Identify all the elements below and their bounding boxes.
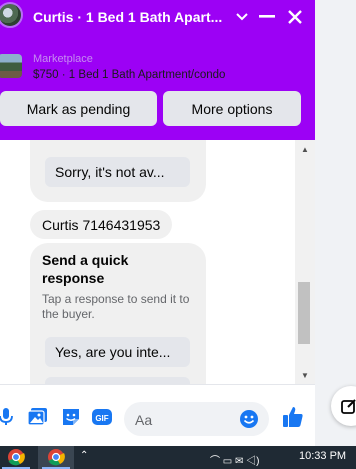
quick-reply-card: Send a quick response Tap a response to … — [30, 243, 206, 384]
marketplace-bar: Marketplace $750 · 1 Bed 1 Bath Apartmen… — [0, 37, 315, 140]
listing-thumbnail[interactable] — [0, 54, 22, 78]
clock[interactable]: 10:33 PM — [299, 450, 346, 462]
quick-reply-card-previous: Sorry, it's not av... — [30, 140, 206, 202]
scrollbar[interactable]: ▲ ▼ — [295, 140, 315, 384]
mark-as-pending-button[interactable]: Mark as pending — [0, 91, 157, 126]
compose-icon — [341, 399, 356, 414]
chevron-down-icon[interactable] — [232, 7, 252, 27]
quick-reply-option[interactable] — [45, 377, 190, 384]
taskbar: ⌃ ⌒ ▭ ✉ ◁) 10:33 PM — [0, 446, 356, 469]
message-bubble: Curtis 7146431953 — [30, 210, 173, 239]
quick-reply-title: Send a quick response — [42, 252, 129, 286]
chrome-taskbar-icon-active[interactable] — [38, 446, 74, 469]
quick-reply-sorry[interactable]: Sorry, it's not av... — [45, 157, 190, 187]
chrome-taskbar-icon[interactable] — [0, 446, 34, 469]
microphone-icon[interactable] — [0, 407, 16, 427]
scroll-up-arrow-icon[interactable]: ▲ — [295, 142, 315, 156]
like-icon[interactable] — [281, 405, 305, 429]
minimize-icon[interactable] — [257, 7, 277, 27]
quick-reply-yes[interactable]: Yes, are you inte... — [45, 337, 190, 367]
photo-icon[interactable] — [28, 407, 48, 427]
emoji-icon[interactable] — [239, 409, 259, 429]
message-list[interactable]: Sorry, it's not av... Curtis 7146431953 … — [0, 140, 295, 384]
message-input-placeholder: Aa — [135, 412, 153, 428]
close-icon[interactable] — [285, 7, 305, 27]
gif-icon[interactable]: GIF — [92, 407, 112, 427]
more-options-button[interactable]: More options — [163, 91, 301, 126]
scrollbar-thumb[interactable] — [298, 282, 310, 344]
background-page — [315, 0, 356, 446]
message-input[interactable]: Aa — [124, 402, 269, 436]
system-tray-icons[interactable]: ⌒ ▭ ✉ ◁) — [210, 452, 260, 467]
show-hidden-icons-icon[interactable]: ⌃ — [80, 450, 88, 461]
listing-title[interactable]: $750 · 1 Bed 1 Bath Apartment/condo — [33, 69, 225, 81]
quick-reply-subtitle: Tap a response to send it to the buyer. — [42, 292, 190, 321]
marketplace-label: Marketplace — [33, 53, 93, 65]
avatar[interactable] — [0, 2, 23, 28]
sticker-icon[interactable] — [61, 407, 81, 427]
gif-label: GIF — [95, 414, 108, 423]
message-composer: GIF Aa — [0, 384, 315, 446]
chat-header: Curtis · 1 Bed 1 Bath Apart... — [0, 0, 315, 37]
scroll-down-arrow-icon[interactable]: ▼ — [295, 368, 315, 382]
chat-title[interactable]: Curtis · 1 Bed 1 Bath Apart... — [33, 9, 222, 25]
